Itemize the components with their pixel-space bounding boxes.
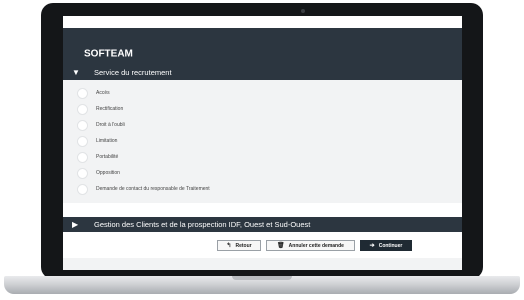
option-portabilite[interactable]: Portabilité [63, 149, 462, 165]
laptop-notch [232, 276, 292, 280]
section-title: Gestion des Clients et de la prospection… [94, 220, 311, 229]
option-label: Opposition [96, 170, 120, 176]
bottom-strip [63, 258, 462, 270]
retour-button[interactable]: ↰ Retour [217, 240, 261, 251]
radio-button[interactable] [77, 87, 88, 99]
radio-button[interactable] [77, 183, 88, 195]
option-label: Rectification [96, 106, 124, 112]
back-arrow-icon: ↰ [226, 243, 232, 249]
radio-button[interactable] [77, 167, 88, 179]
option-limitation[interactable]: Limitation [63, 133, 462, 149]
radio-button[interactable] [77, 119, 88, 131]
action-bar: ↰ Retour 🗑 Annuler cette demande ➔ Conti… [63, 232, 462, 258]
annuler-label: Annuler cette demande [288, 242, 344, 249]
option-opposition[interactable]: Opposition [63, 165, 462, 181]
spacer [63, 203, 462, 217]
camera-icon [301, 9, 305, 13]
retour-label: Retour [235, 242, 252, 249]
radio-button[interactable] [77, 151, 88, 163]
expand-arrow-icon: ▶ [72, 220, 79, 229]
arrow-right-icon: ➔ [369, 243, 375, 249]
section-recrutement[interactable]: ▼ Service du recrutement [63, 65, 462, 80]
option-acces[interactable]: Accès [63, 85, 462, 101]
option-droit-oubli[interactable]: Droit à l'oubli [63, 117, 462, 133]
radio-button[interactable] [77, 135, 88, 147]
option-demande-contact[interactable]: Demande de contact du responsable de Tra… [63, 181, 462, 197]
option-label: Limitation [96, 138, 118, 144]
section-gestion-clients[interactable]: ▶ Gestion des Clients et de la prospecti… [63, 217, 462, 232]
brand-title: SOFTEAM [84, 48, 133, 60]
top-strip [63, 16, 462, 28]
screen: SOFTEAM ▼ Service du recrutement Accès R… [63, 16, 462, 270]
annuler-button[interactable]: 🗑 Annuler cette demande [266, 240, 355, 251]
app-header: SOFTEAM [63, 28, 462, 65]
option-label: Accès [96, 90, 110, 96]
option-rectification[interactable]: Rectification [63, 101, 462, 117]
radio-button[interactable] [77, 103, 88, 115]
continuer-label: Continuer [378, 242, 403, 249]
option-label: Droit à l'oubli [96, 122, 125, 128]
collapse-arrow-icon: ▼ [72, 68, 80, 77]
option-label: Portabilité [96, 154, 119, 160]
continuer-button[interactable]: ➔ Continuer [360, 240, 412, 251]
options-list: Accès Rectification Droit à l'oubli Limi… [63, 80, 462, 203]
option-label: Demande de contact du responsable de Tra… [96, 186, 210, 192]
section-title: Service du recrutement [94, 68, 172, 77]
trash-icon: 🗑 [277, 243, 285, 249]
